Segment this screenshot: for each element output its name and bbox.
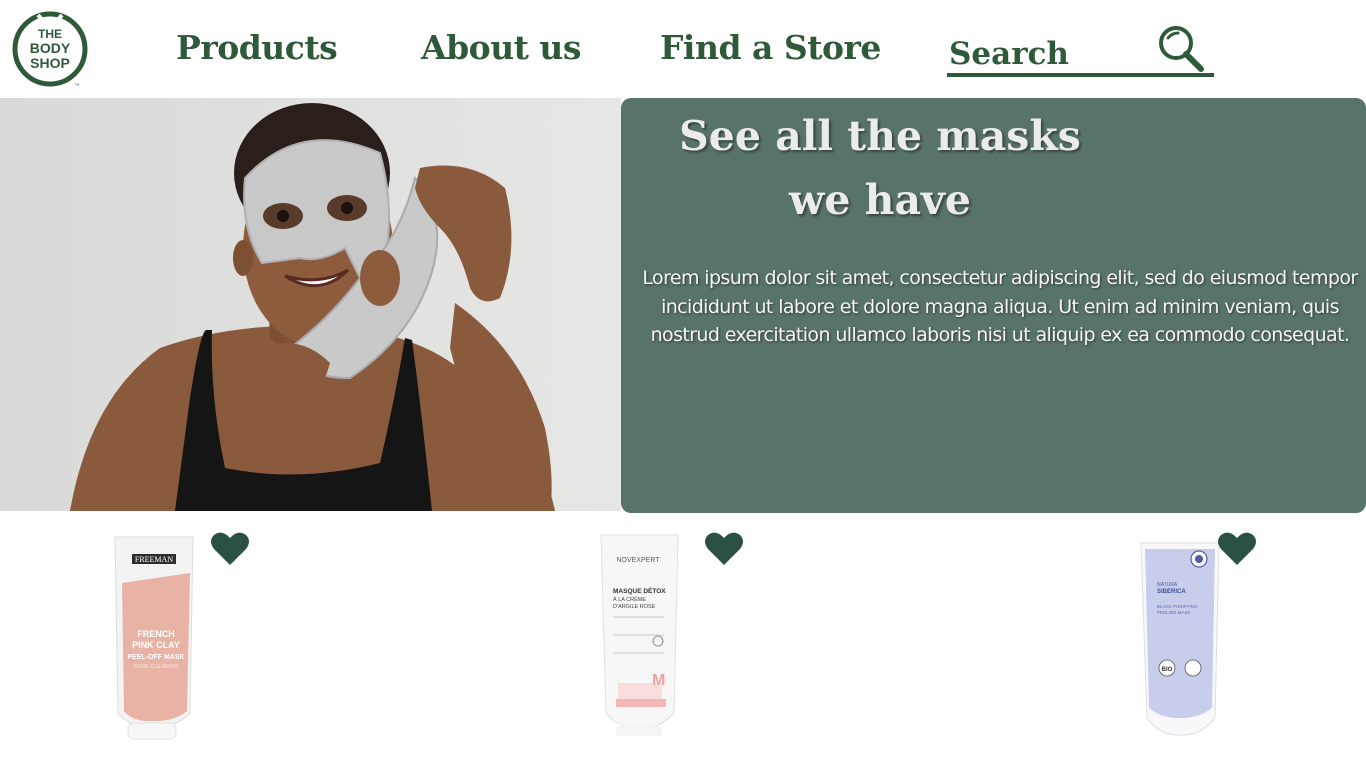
svg-text:M: M: [652, 672, 665, 689]
hero-description: Lorem ipsum dolor sit amet, consectetur …: [642, 267, 1358, 346]
favorite-heart-icon[interactable]: [210, 531, 250, 567]
natura-bio-badge: BIO: [1162, 667, 1173, 673]
novexpert-line3: D'ARGILE ROSE: [613, 604, 656, 610]
natura-brand: NATURA: [1157, 582, 1178, 588]
nav-about-link[interactable]: About us: [421, 28, 582, 67]
logo-trademark: ™: [75, 83, 80, 88]
favorite-heart-icon[interactable]: [704, 531, 744, 567]
hero-title: See all the masks we have: [679, 112, 1081, 224]
natura-line1: SIBERICA: [1157, 589, 1186, 595]
logo-text-shop: SHOP: [30, 55, 70, 71]
body-shop-logo[interactable]: THE BODY SHOP ™: [11, 10, 89, 88]
freeman-brand: FREEMAN: [135, 555, 173, 564]
freeman-line3: PEEL-OFF MASK: [127, 654, 184, 661]
woman-peeling-sheet-mask-photo: [0, 98, 621, 511]
novexpert-line1: MASQUE DÉTOX: [613, 586, 666, 595]
novexpert-line2: À LA CRÈME: [613, 596, 646, 603]
search-input[interactable]: [949, 34, 1149, 74]
nav-products-link[interactable]: Products: [176, 28, 338, 67]
product-card-novexpert[interactable]: NOVEXPERT MASQUE DÉTOX À LA CRÈME D'ARGI…: [598, 513, 748, 768]
natura-line3: PEELING MASK: [1157, 610, 1191, 615]
novexpert-brand: NOVEXPERT: [616, 557, 660, 564]
hero-image: [0, 98, 621, 511]
logo-text-body: BODY: [30, 40, 71, 56]
favorite-heart-icon[interactable]: [1217, 531, 1257, 567]
freeman-line2: PINK CLAY: [132, 640, 180, 650]
hero-promo-panel: See all the masks we have Lorem ipsum do…: [621, 98, 1366, 513]
natura-siberica-mask-tube-image[interactable]: NATURA SIBERICA BLACK PURIFYING PEELING …: [1135, 513, 1285, 768]
search-box[interactable]: [947, 22, 1214, 78]
product-card-freeman[interactable]: FREEMAN FRENCH PINK CLAY PEEL-OFF MASK P…: [110, 513, 260, 768]
logo-text-the: THE: [38, 27, 62, 41]
freeman-line4: PORE CLEARING: [133, 664, 178, 670]
search-icon[interactable]: [1156, 24, 1206, 74]
site-header: THE BODY SHOP ™ Products About us Find a…: [0, 0, 1366, 98]
freeman-line1: FRENCH: [137, 629, 175, 639]
natura-line2: BLACK PURIFYING: [1157, 604, 1198, 609]
nav-find-store-link[interactable]: Find a Store: [660, 28, 881, 67]
product-card-natura-siberica[interactable]: NATURA SIBERICA BLACK PURIFYING PEELING …: [1135, 513, 1285, 768]
